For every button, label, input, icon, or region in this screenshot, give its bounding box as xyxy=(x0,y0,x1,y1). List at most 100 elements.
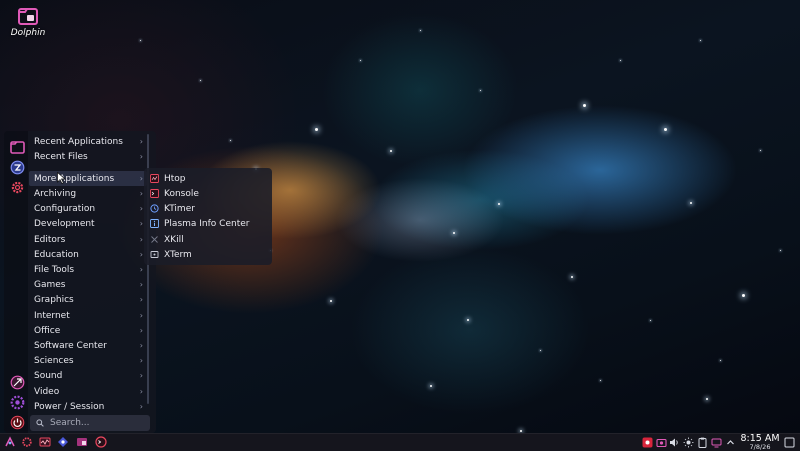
menu-category-label: Development xyxy=(34,218,95,229)
submenu-item-label: XTerm xyxy=(164,249,192,260)
kde-connect-task-icon[interactable] xyxy=(57,436,69,448)
menu-category-item[interactable]: File Tools › xyxy=(29,262,147,277)
chevron-right-icon: › xyxy=(139,356,143,365)
menu-category-item[interactable]: Sound › xyxy=(29,368,147,383)
star xyxy=(390,150,392,152)
app-launcher-icon[interactable] xyxy=(4,436,16,448)
screenshot-tray-icon[interactable] xyxy=(655,436,667,448)
submenu-item[interactable]: Plasma Info Center xyxy=(147,216,269,231)
files-favorite-icon[interactable] xyxy=(9,139,25,155)
star xyxy=(706,398,708,400)
menu-category-label: Sciences xyxy=(34,355,74,366)
menu-category-item[interactable]: Recent Files › xyxy=(29,149,147,164)
menu-category-item[interactable]: Editors › xyxy=(29,232,147,247)
chevron-right-icon: › xyxy=(139,371,143,380)
star xyxy=(140,40,141,41)
chevron-right-icon: › xyxy=(139,189,143,198)
settings-task-icon[interactable] xyxy=(21,436,33,448)
menu-category-label: Sound xyxy=(34,370,63,381)
menu-category-item[interactable]: Games › xyxy=(29,277,147,292)
xkill-icon xyxy=(150,235,159,244)
ktimer-icon xyxy=(150,204,159,213)
chevron-right-icon: › xyxy=(139,311,143,320)
star xyxy=(453,232,455,234)
menu-category-item[interactable]: Development › xyxy=(29,216,147,231)
mouse-cursor-icon xyxy=(57,172,66,184)
network-tray-icon[interactable] xyxy=(710,436,722,448)
submenu-item[interactable]: XTerm xyxy=(147,247,269,262)
clipboard-tray-icon[interactable] xyxy=(696,436,708,448)
menu-category-item[interactable]: Video › xyxy=(29,384,147,399)
power-icon[interactable] xyxy=(9,414,25,430)
chevron-right-icon: › xyxy=(139,137,143,146)
star xyxy=(315,128,318,131)
menu-category-label: Office xyxy=(34,325,61,336)
star xyxy=(690,202,692,204)
menu-category-label: Video xyxy=(34,386,60,397)
folder-icon xyxy=(18,8,38,25)
taskbar xyxy=(0,433,800,451)
menu-category-item[interactable]: Sciences › xyxy=(29,353,147,368)
menu-category-label: Configuration xyxy=(34,203,96,214)
record-tray-icon[interactable] xyxy=(641,436,653,448)
star xyxy=(430,385,432,387)
submenu-item-label: Htop xyxy=(164,173,186,184)
session-favorite-icon[interactable] xyxy=(9,394,25,410)
chevron-right-icon: › xyxy=(139,326,143,335)
submenu-item[interactable]: XKill xyxy=(147,232,269,247)
discover-favorite-icon[interactable] xyxy=(9,374,25,390)
menu-category-item[interactable]: Power / Session › xyxy=(29,399,147,414)
dolphin-desktop-icon[interactable]: Dolphin xyxy=(8,5,48,49)
clock-date[interactable]: 7/8/26 xyxy=(740,443,780,451)
menu-category-item[interactable]: Internet › xyxy=(29,308,147,323)
menu-category-label: Editors xyxy=(34,234,66,245)
submenu-item[interactable]: KTimer xyxy=(147,201,269,216)
star xyxy=(230,140,231,141)
menu-category-item[interactable]: More Applications › xyxy=(29,171,147,186)
star xyxy=(742,294,745,297)
menu-search-field[interactable]: Search... xyxy=(30,415,150,431)
star xyxy=(480,90,481,91)
settings-favorite-icon[interactable] xyxy=(9,179,25,195)
konsole-icon xyxy=(150,189,159,198)
search-icon xyxy=(36,419,44,427)
chevron-right-icon: › xyxy=(139,387,143,396)
chevron-right-icon: › xyxy=(139,204,143,213)
night-light-tray-icon[interactable] xyxy=(682,436,694,448)
menu-category-item[interactable]: Office › xyxy=(29,323,147,338)
star xyxy=(583,104,586,107)
submenu-item[interactable]: Htop xyxy=(147,171,269,186)
menu-category-item[interactable]: Recent Applications › xyxy=(29,134,147,149)
menu-category-label: Internet xyxy=(34,310,70,321)
search-placeholder: Search... xyxy=(50,418,90,428)
menu-category-item[interactable]: Graphics › xyxy=(29,292,147,307)
star xyxy=(200,80,201,81)
system-monitor-task-icon[interactable] xyxy=(39,436,51,448)
submenu-item-label: Plasma Info Center xyxy=(164,218,250,229)
menu-category-item[interactable]: Configuration › xyxy=(29,201,147,216)
star xyxy=(780,250,781,251)
chevron-right-icon: › xyxy=(139,152,143,161)
konsole-task-icon[interactable] xyxy=(95,436,107,448)
submenu-item[interactable]: Konsole xyxy=(147,186,269,201)
chevron-right-icon: › xyxy=(139,295,143,304)
menu-category-item[interactable]: Archiving › xyxy=(29,186,147,201)
menu-category-label: Graphics xyxy=(34,294,74,305)
star xyxy=(330,300,332,302)
info-center-icon xyxy=(150,219,159,228)
star xyxy=(620,60,621,61)
menu-category-item[interactable]: Education › xyxy=(29,247,147,262)
menu-category-label: Software Center xyxy=(34,340,107,351)
show-desktop-icon[interactable] xyxy=(783,436,795,448)
star xyxy=(571,276,573,278)
menu-category-item[interactable]: Software Center › xyxy=(29,338,147,353)
desktop-icon-label: Dolphin xyxy=(10,28,46,38)
chevron-right-icon: › xyxy=(139,250,143,259)
dolphin-task-icon[interactable] xyxy=(76,436,88,448)
volume-tray-icon[interactable] xyxy=(668,436,680,448)
chevron-right-icon: › xyxy=(139,219,143,228)
software-favorite-icon[interactable] xyxy=(9,159,25,175)
submenu-item-label: Konsole xyxy=(164,188,199,199)
expand-tray-icon[interactable] xyxy=(724,436,736,448)
star xyxy=(650,320,651,321)
